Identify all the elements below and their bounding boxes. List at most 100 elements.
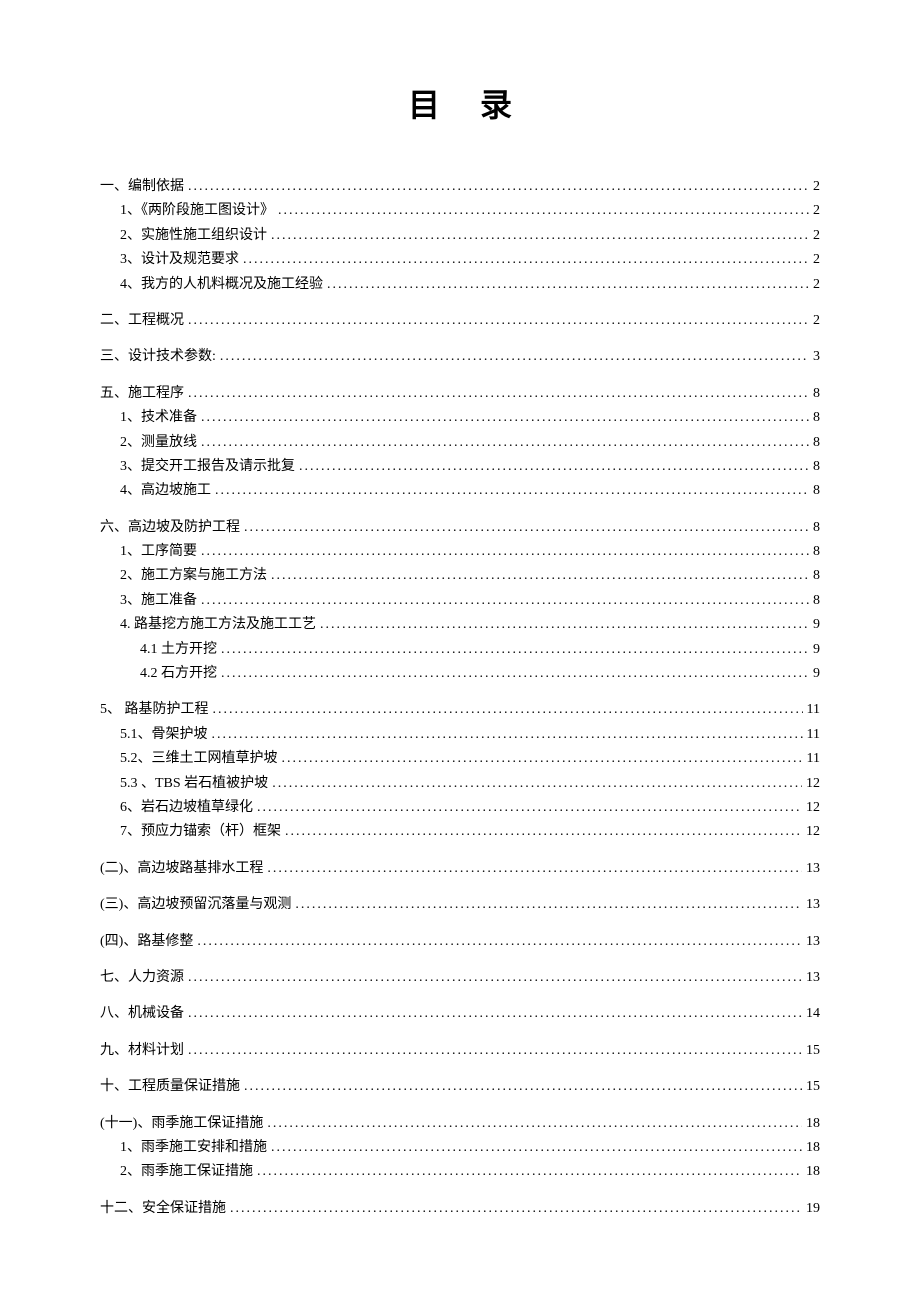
toc-label: 1、《两阶段施工图设计》 bbox=[120, 200, 274, 222]
toc-entry: 7、预应力锚索（杆）框架 ...........................… bbox=[120, 821, 820, 843]
toc-label: 一、编制依据 bbox=[100, 176, 184, 198]
toc-dots: ........................................… bbox=[299, 456, 809, 478]
toc-label: (四)、路基修整 bbox=[100, 931, 193, 953]
toc-entry: 1、工序简要 .................................… bbox=[120, 541, 820, 563]
toc-label: 4、我方的人机料概况及施工经验 bbox=[120, 274, 323, 296]
toc-page-number: 13 bbox=[806, 931, 820, 953]
toc-dots: ........................................… bbox=[244, 517, 809, 539]
toc-label: (三)、高边坡预留沉落量与观测 bbox=[100, 894, 291, 916]
toc-entry: 2、雨季施工保证措施 .............................… bbox=[120, 1161, 820, 1183]
toc-page-number: 13 bbox=[806, 858, 820, 880]
page-title: 目录 bbox=[100, 80, 820, 126]
toc-label: 2、雨季施工保证措施 bbox=[120, 1161, 253, 1183]
toc-dots: ........................................… bbox=[221, 639, 809, 661]
toc-entry: 六、高边坡及防护工程 .............................… bbox=[100, 517, 820, 539]
toc-page-number: 2 bbox=[813, 200, 820, 222]
toc-entry: 九、材料计划 .................................… bbox=[100, 1040, 820, 1062]
toc-label: 4、高边坡施工 bbox=[120, 480, 211, 502]
toc-page-number: 11 bbox=[807, 724, 820, 746]
toc-label: (二)、高边坡路基排水工程 bbox=[100, 858, 263, 880]
toc-label: 4.2 石方开挖 bbox=[140, 663, 217, 685]
toc-page-number: 14 bbox=[806, 1003, 820, 1025]
toc-entry: 2、实施性施工组织设计 ............................… bbox=[120, 225, 820, 247]
toc-dots: ........................................… bbox=[201, 541, 809, 563]
toc-dots: ........................................… bbox=[201, 590, 809, 612]
toc-page-number: 8 bbox=[813, 541, 820, 563]
toc-label: 5、 路基防护工程 bbox=[100, 699, 209, 721]
toc-label: 十二、安全保证措施 bbox=[100, 1198, 226, 1220]
toc-page-number: 2 bbox=[813, 176, 820, 198]
toc-entry: 6、岩石边坡植草绿化 .............................… bbox=[120, 797, 820, 819]
toc-entry: 4. 路基挖方施工方法及施工工艺 .......................… bbox=[120, 614, 820, 636]
toc-entry: (四)、路基修整 ...............................… bbox=[100, 931, 820, 953]
toc-entry: 五、施工程序 .................................… bbox=[100, 383, 820, 405]
toc-page-number: 13 bbox=[806, 967, 820, 989]
toc-dots: ........................................… bbox=[188, 967, 802, 989]
toc-page-number: 9 bbox=[813, 639, 820, 661]
toc-dots: ........................................… bbox=[244, 1076, 802, 1098]
toc-entry: 5.1、骨架护坡 ...............................… bbox=[120, 724, 820, 746]
toc-dots: ........................................… bbox=[320, 614, 809, 636]
toc-entry: 4、高边坡施工 ................................… bbox=[120, 480, 820, 502]
toc-dots: ........................................… bbox=[327, 274, 809, 296]
toc-label: 1、技术准备 bbox=[120, 407, 197, 429]
toc-page-number: 18 bbox=[806, 1113, 820, 1135]
table-of-contents: 一、编制依据 .................................… bbox=[100, 176, 820, 1220]
toc-dots: ........................................… bbox=[188, 1040, 802, 1062]
toc-label: 5.1、骨架护坡 bbox=[120, 724, 208, 746]
toc-entry: (十一)、雨季施工保证措施 ..........................… bbox=[100, 1113, 820, 1135]
toc-dots: ........................................… bbox=[271, 565, 809, 587]
toc-dots: ........................................… bbox=[188, 1003, 802, 1025]
toc-page-number: 8 bbox=[813, 432, 820, 454]
toc-page-number: 2 bbox=[813, 225, 820, 247]
toc-label: 4.1 土方开挖 bbox=[140, 639, 217, 661]
toc-dots: ........................................… bbox=[282, 748, 803, 770]
toc-entry: (三)、高边坡预留沉落量与观测 ........................… bbox=[100, 894, 820, 916]
toc-dots: ........................................… bbox=[271, 1137, 802, 1159]
toc-label: 5.3 、TBS 岩石植被护坡 bbox=[120, 773, 268, 795]
toc-dots: ........................................… bbox=[201, 432, 809, 454]
toc-page-number: 2 bbox=[813, 274, 820, 296]
toc-dots: ........................................… bbox=[201, 407, 809, 429]
toc-label: 八、机械设备 bbox=[100, 1003, 184, 1025]
toc-dots: ........................................… bbox=[188, 176, 809, 198]
toc-entry: 一、编制依据 .................................… bbox=[100, 176, 820, 198]
toc-page-number: 8 bbox=[813, 480, 820, 502]
toc-page-number: 11 bbox=[807, 699, 820, 721]
toc-page-number: 12 bbox=[806, 773, 820, 795]
toc-dots: ........................................… bbox=[278, 200, 809, 222]
toc-entry: 4.2 石方开挖 ...............................… bbox=[140, 663, 820, 685]
toc-dots: ........................................… bbox=[257, 797, 802, 819]
toc-page-number: 8 bbox=[813, 456, 820, 478]
toc-label: 2、施工方案与施工方法 bbox=[120, 565, 267, 587]
toc-page-number: 12 bbox=[806, 797, 820, 819]
toc-page-number: 13 bbox=[806, 894, 820, 916]
toc-page-number: 8 bbox=[813, 590, 820, 612]
toc-entry: 八、机械设备 .................................… bbox=[100, 1003, 820, 1025]
toc-entry: 1、雨季施工安排和措施 ............................… bbox=[120, 1137, 820, 1159]
toc-dots: ........................................… bbox=[243, 249, 809, 271]
toc-label: 6、岩石边坡植草绿化 bbox=[120, 797, 253, 819]
toc-label: 2、实施性施工组织设计 bbox=[120, 225, 267, 247]
toc-dots: ........................................… bbox=[285, 821, 802, 843]
toc-label: 二、工程概况 bbox=[100, 310, 184, 332]
toc-dots: ........................................… bbox=[267, 858, 802, 880]
toc-dots: ........................................… bbox=[257, 1161, 802, 1183]
toc-page-number: 8 bbox=[813, 517, 820, 539]
toc-entry: 1、技术准备 .................................… bbox=[120, 407, 820, 429]
toc-entry: (二)、高边坡路基排水工程 ..........................… bbox=[100, 858, 820, 880]
toc-label: 5.2、三维土工网植草护坡 bbox=[120, 748, 278, 770]
toc-entry: 三、设计技术参数: ..............................… bbox=[100, 346, 820, 368]
toc-dots: ........................................… bbox=[221, 663, 809, 685]
toc-label: 七、人力资源 bbox=[100, 967, 184, 989]
toc-entry: 2、测量放线 .................................… bbox=[120, 432, 820, 454]
toc-dots: ........................................… bbox=[271, 225, 809, 247]
toc-page-number: 12 bbox=[806, 821, 820, 843]
toc-label: 九、材料计划 bbox=[100, 1040, 184, 1062]
toc-dots: ........................................… bbox=[188, 310, 809, 332]
toc-page-number: 9 bbox=[813, 614, 820, 636]
toc-dots: ........................................… bbox=[213, 699, 803, 721]
toc-page-number: 2 bbox=[813, 310, 820, 332]
toc-dots: ........................................… bbox=[212, 724, 803, 746]
toc-label: 1、雨季施工安排和措施 bbox=[120, 1137, 267, 1159]
